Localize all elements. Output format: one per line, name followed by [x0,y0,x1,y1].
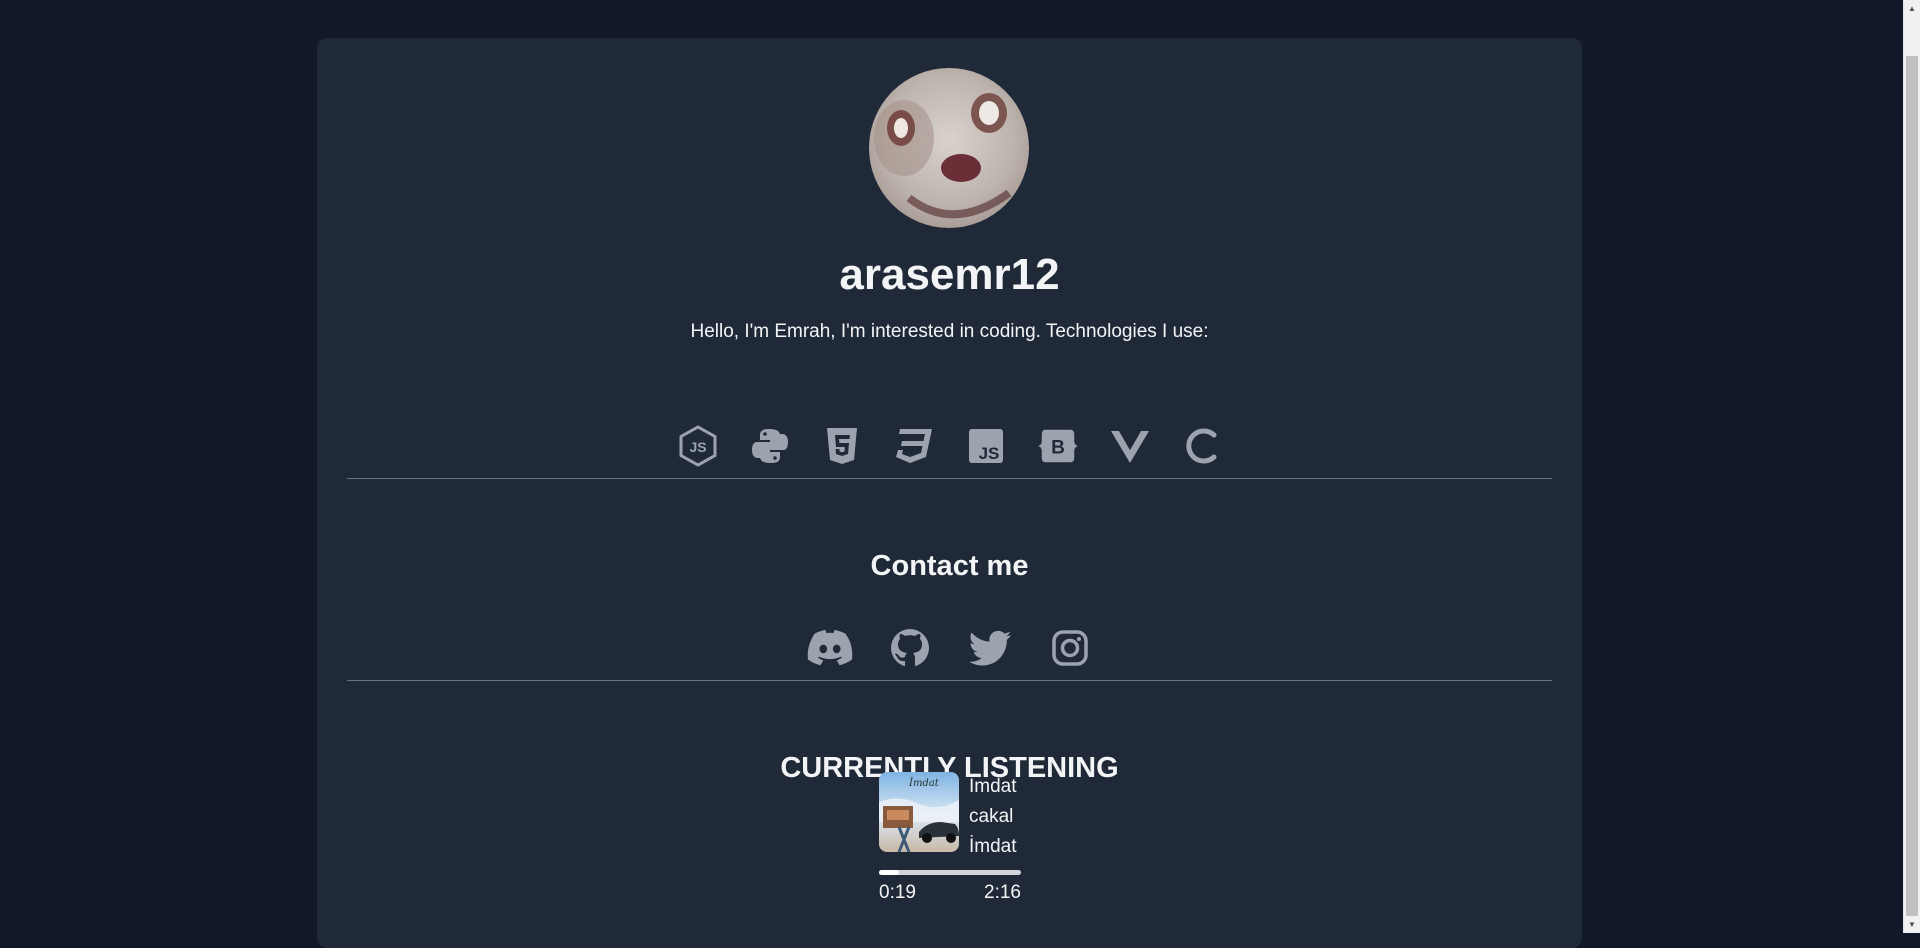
twitter-icon[interactable] [967,625,1013,671]
section-divider [347,478,1552,479]
scroll-up-arrow-icon[interactable]: ▲ [1904,0,1920,17]
track-artist: cakal [969,806,1014,827]
scroll-down-arrow-icon[interactable]: ▼ [1904,916,1920,933]
javascript-icon: JS [964,424,1008,468]
bootstrap-icon: B [1036,424,1080,468]
track-title: İmdat [969,776,1017,797]
profile-card: arasemr12 Hello, I'm Emrah, I'm interest… [317,38,1582,948]
elapsed-time: 0:19 [879,882,916,903]
svg-text:İmdat: İmdat [908,777,940,789]
username-heading: arasemr12 [839,250,1060,299]
css3-icon [892,424,936,468]
track-duration: 2:16 [984,882,1021,903]
avatar [869,68,1029,228]
svg-text:B: B [1051,438,1065,459]
vue-icon [1108,424,1152,468]
scrollbar-thumb[interactable] [1906,56,1918,916]
svg-text:JS: JS [978,444,999,463]
track-progress-fill [879,870,899,875]
track-progress-bar [879,870,1021,875]
track-info: İmdat cakal İmdat [969,772,1017,862]
c-language-icon [1180,424,1224,468]
album-cover: İmdat [879,772,959,852]
track-album: İmdat [969,836,1017,857]
bio-text: Hello, I'm Emrah, I'm interested in codi… [690,321,1209,342]
python-icon [748,424,792,468]
discord-icon[interactable] [807,625,853,671]
page-scrollbar[interactable]: ▲ ▼ [1903,0,1920,933]
html5-icon [820,424,864,468]
instagram-icon[interactable] [1047,625,1093,671]
github-icon[interactable] [887,625,933,671]
technology-icons: JS JS B [317,424,1582,468]
track-times: 0:19 2:16 [879,882,1021,904]
contact-heading: Contact me [870,550,1029,582]
section-divider [347,680,1552,681]
contact-links [317,625,1582,671]
nodejs-icon: JS [676,424,720,468]
svg-text:JS: JS [689,439,706,455]
